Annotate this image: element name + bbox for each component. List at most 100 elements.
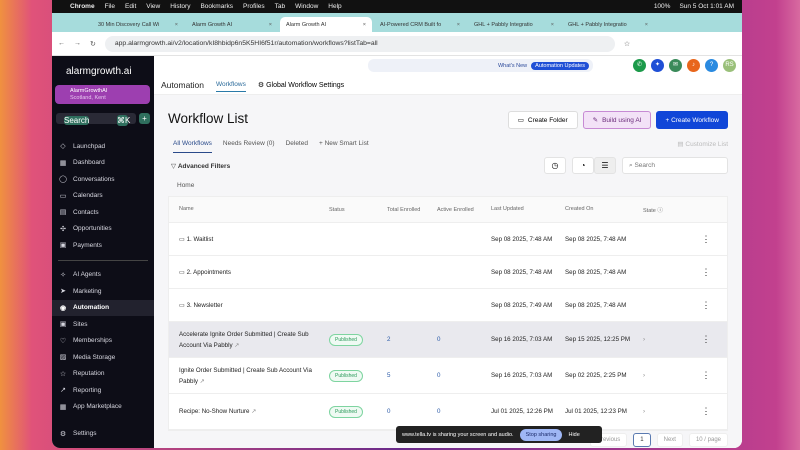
sidebar-item-contacts[interactable]: ▤ Contacts <box>52 204 154 221</box>
tab-deleted[interactable]: Deleted <box>286 140 308 153</box>
close-icon[interactable]: × <box>457 22 460 28</box>
col-total-enrolled[interactable]: Total Enrolled <box>385 207 437 213</box>
col-status[interactable]: Status <box>329 207 385 213</box>
menu-profiles[interactable]: Profiles <box>243 3 265 10</box>
back-icon[interactable]: ← <box>58 40 65 47</box>
external-link-icon[interactable]: ↗ <box>234 342 239 349</box>
reload-icon[interactable]: ↻ <box>90 40 96 48</box>
close-icon[interactable]: × <box>269 22 272 28</box>
browser-tab[interactable]: 30 Min Discovery Call Wi × <box>92 17 184 32</box>
menu-window[interactable]: Window <box>295 3 318 10</box>
sidebar-item-sites[interactable]: ▣ Sites <box>52 316 154 333</box>
col-last-updated[interactable]: Last Updated <box>491 205 565 214</box>
sidebar-item-opportunities[interactable]: ✣ Opportunities <box>52 221 154 238</box>
sidebar-item-reputation[interactable]: ☆ Reputation <box>52 366 154 383</box>
menu-file[interactable]: File <box>105 3 115 10</box>
active-enrolled[interactable]: 0 <box>437 408 491 415</box>
close-icon[interactable]: × <box>175 22 178 28</box>
sidebar-item-launchpad[interactable]: ◇ Launchpad <box>52 138 154 155</box>
sidebar-item-reporting[interactable]: ↗ Reporting <box>52 382 154 399</box>
sidebar-item-automation[interactable]: ◉ Automation <box>52 299 154 316</box>
total-enrolled[interactable]: 5 <box>385 372 437 379</box>
sidebar-item-ai-agents[interactable]: ✧ AI Agents <box>52 267 154 284</box>
sidebar-item-media-storage[interactable]: ▨ Media Storage <box>52 349 154 366</box>
advanced-filters-button[interactable]: ▽ Advanced Filters <box>171 162 230 170</box>
page-size-select[interactable]: 10 / page <box>688 433 728 447</box>
hide-button[interactable]: Hide <box>568 432 579 438</box>
whats-new-link[interactable]: What's New <box>498 63 527 69</box>
quick-add-button[interactable]: + <box>139 113 150 124</box>
external-link-icon[interactable]: ↗ <box>251 408 256 415</box>
chevron-right-icon[interactable]: › <box>643 408 645 415</box>
new-smart-list-button[interactable]: + New Smart List <box>319 140 369 153</box>
more-options-icon[interactable]: ⋮ <box>691 370 721 381</box>
menu-history[interactable]: History <box>170 3 190 10</box>
sidebar-item-settings[interactable]: ⚙ Settings <box>52 426 97 443</box>
browser-tab[interactable]: Alarm Growth AI × <box>186 17 278 32</box>
menu-bookmarks[interactable]: Bookmarks <box>200 3 233 10</box>
workflow-name[interactable]: Recipe: No-Show Nurture ↗ <box>169 406 329 417</box>
more-options-icon[interactable]: ⋮ <box>691 234 721 245</box>
breadcrumb[interactable]: Home <box>177 182 194 189</box>
account-switcher[interactable]: AlarmGrowthAI Scotland, Kent <box>55 85 150 104</box>
table-row[interactable]: Recipe: No-Show Nurture ↗ Published 0 0 … <box>169 394 727 430</box>
workflow-name[interactable]: ▭ 3. Newsletter <box>169 300 329 311</box>
sidebar-item-conversations[interactable]: ◯ Conversations <box>52 171 154 188</box>
chevron-right-icon[interactable]: › <box>643 336 645 343</box>
menu-tab[interactable]: Tab <box>275 3 285 10</box>
workflow-name[interactable]: Accelerate Ignite Order Submitted | Crea… <box>169 329 329 351</box>
avatar[interactable]: RS <box>723 59 736 72</box>
workflow-name[interactable]: ▭ 1. Waitlist <box>169 234 329 245</box>
clock[interactable]: Sun 5 Oct 1:01 AM <box>679 3 734 10</box>
more-options-icon[interactable]: ⋮ <box>691 267 721 278</box>
close-icon[interactable]: × <box>645 22 648 28</box>
phone-icon[interactable]: ✆ <box>633 59 646 72</box>
page-1[interactable]: 1 <box>633 433 651 447</box>
battery-status[interactable]: 100% <box>654 3 671 10</box>
announcement-bar[interactable]: What's New Automation Updates <box>368 59 593 72</box>
next-button[interactable]: Next <box>656 433 683 447</box>
workflow-name[interactable]: Ignite Order Submitted | Create Sub Acco… <box>169 365 329 387</box>
browser-tab-active[interactable]: Alarm Growth AI × <box>280 17 372 32</box>
more-options-icon[interactable]: ⋮ <box>691 300 721 311</box>
magic-icon[interactable]: ✦ <box>651 59 664 72</box>
sidebar-search[interactable]: Search ⌘K <box>56 113 136 126</box>
list-view-button[interactable]: ☰ <box>594 157 616 174</box>
col-active-enrolled[interactable]: Active Enrolled <box>437 207 491 213</box>
history-button[interactable]: ◷ <box>544 157 566 174</box>
total-enrolled[interactable]: 2 <box>385 336 437 343</box>
sidebar-item-dashboard[interactable]: ▦ Dashboard <box>52 155 154 172</box>
table-row[interactable]: Accelerate Ignite Order Submitted | Crea… <box>169 322 727 358</box>
col-state[interactable]: State ⓘ <box>639 206 691 214</box>
close-icon[interactable]: × <box>551 22 554 28</box>
close-icon[interactable]: × <box>363 22 366 28</box>
workflow-name[interactable]: ▭ 2. Appointments <box>169 267 329 278</box>
forward-icon[interactable]: → <box>74 40 81 47</box>
create-folder-button[interactable]: ▭ Create Folder <box>507 111 578 129</box>
bell-icon[interactable]: ♪ <box>687 59 700 72</box>
sidebar-item-marketing[interactable]: ➤ Marketing <box>52 283 154 300</box>
tab-workflows[interactable]: Workflows <box>216 78 246 92</box>
megaphone-icon[interactable]: ✉ <box>669 59 682 72</box>
automation-updates-badge[interactable]: Automation Updates <box>531 61 589 70</box>
search-input[interactable]: ⌕ Search <box>622 157 728 174</box>
sidebar-item-memberships[interactable]: ♡ Memberships <box>52 333 154 350</box>
bookmark-star-icon[interactable]: ☆ <box>624 40 630 48</box>
browser-tab[interactable]: AI-Powered CRM Built fo × <box>374 17 466 32</box>
customize-list-button[interactable]: ▤ Customize List <box>677 140 728 148</box>
total-enrolled[interactable]: 0 <box>385 408 437 415</box>
sidebar-item-payments[interactable]: ▣ Payments <box>52 237 154 254</box>
active-enrolled[interactable]: 0 <box>437 336 491 343</box>
app-menu[interactable]: Chrome <box>70 3 95 10</box>
browser-tab[interactable]: GHL + Pabbly Integratio × <box>468 17 560 32</box>
url-input[interactable]: app.alarmgrowth.ai/v2/location/kI8hbidp6… <box>104 35 615 52</box>
more-options-icon[interactable]: ⋮ <box>691 406 721 417</box>
build-using-ai-button[interactable]: ✎ Build using AI <box>582 111 652 129</box>
folder-row[interactable]: ▭ 3. Newsletter Sep 08 2025, 7:49 AM Sep… <box>169 289 727 322</box>
menu-edit[interactable]: Edit <box>125 3 136 10</box>
tab-needs-review[interactable]: Needs Review (0) <box>223 140 275 153</box>
external-link-icon[interactable]: ↗ <box>200 378 205 385</box>
table-row[interactable]: Ignite Order Submitted | Create Sub Acco… <box>169 358 727 394</box>
col-name[interactable]: Name <box>169 204 329 215</box>
sidebar-item-app-marketplace[interactable]: ▦ App Marketplace <box>52 399 154 416</box>
